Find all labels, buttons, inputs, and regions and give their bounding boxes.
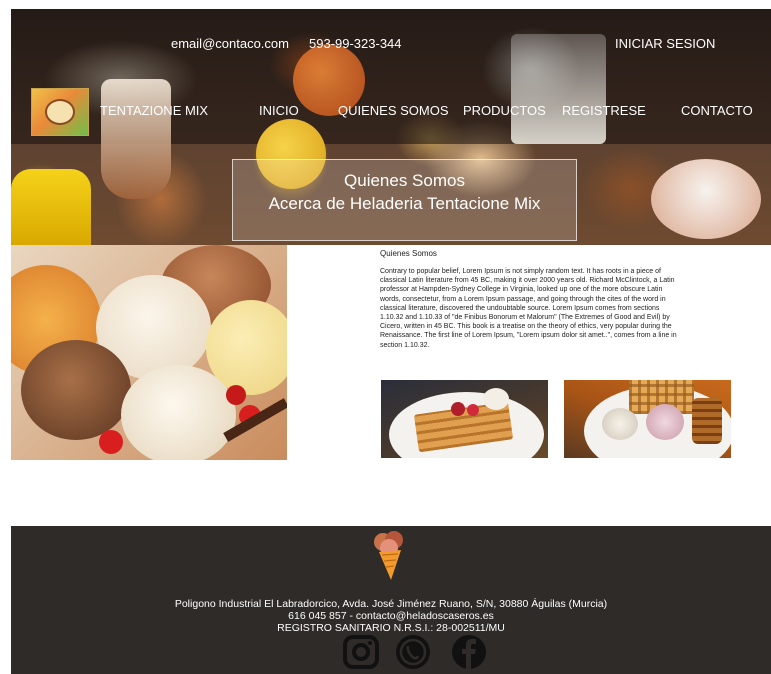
brand-logo[interactable] [31, 88, 89, 136]
cream [483, 388, 509, 410]
ice-cream-image [11, 245, 287, 460]
strawberry-3 [226, 385, 246, 405]
about-heading: Quienes Somos [380, 249, 437, 258]
hero-title: Quienes Somos [344, 171, 465, 190]
hero-subtitle: Acerca de Heladeria Tentacione Mix [268, 194, 541, 213]
hero-banner: email@contaco.com 593-99-323-344 INICIAR… [11, 9, 771, 245]
hero-cup-right [651, 159, 761, 239]
logo-emblem-icon [45, 99, 75, 125]
whatsapp-icon[interactable] [391, 634, 435, 670]
footer-info: Poligono Industrial El Labradorcico, Avd… [11, 598, 771, 634]
nav-item-contacto[interactable]: CONTACTO [681, 103, 753, 118]
header-phone[interactable]: 593-99-323-344 [309, 36, 402, 51]
hero-dessert-glass [101, 79, 171, 199]
waffle-image-1 [381, 380, 548, 458]
waffle-image-2 [564, 380, 731, 458]
site-footer: Poligono Industrial El Labradorcico, Avd… [11, 526, 771, 674]
scoop-vanilla-bottom [121, 365, 236, 460]
about-section: Quienes Somos Contrary to popular belief… [380, 249, 680, 350]
berry [467, 404, 479, 416]
ice-cream-cone-logo-icon [374, 531, 403, 580]
hero-yellow-jar [11, 169, 91, 245]
instagram-icon[interactable] [339, 634, 383, 670]
nav-item-productos[interactable]: PRODUCTOS [463, 103, 546, 118]
about-body: Contrary to popular belief, Lorem Ipsum … [380, 268, 677, 349]
waffle-strips [692, 398, 722, 444]
footer-address: Poligono Industrial El Labradorcico, Avd… [174, 598, 608, 610]
scoop-berry [646, 404, 684, 440]
footer-contact[interactable]: 616 045 857 - contacto@heladoscaseros.es [11, 610, 771, 622]
nav-item-registrese[interactable]: REGISTRESE [562, 103, 646, 118]
hero-caption-box: Quienes Somos Acerca de Heladeria Tentac… [232, 159, 577, 241]
nav-brand[interactable]: TENTAZIONE MIX [100, 103, 208, 118]
login-link[interactable]: INICIAR SESION [615, 36, 715, 51]
footer-registry: REGISTRO SANITARIO N.R.S.I.: 28-002511/M… [277, 622, 505, 634]
berry [451, 402, 465, 416]
nav-item-quienes-somos[interactable]: QUIENES SOMOS [338, 103, 449, 118]
hero-milk-glass [511, 34, 606, 144]
facebook-icon[interactable] [447, 634, 491, 670]
header-email[interactable]: email@contaco.com [171, 36, 289, 51]
nav-item-inicio[interactable]: INICIO [259, 103, 299, 118]
scoop-cookies [602, 408, 638, 440]
scoop-chocolate [21, 340, 131, 440]
page: email@contaco.com 593-99-323-344 INICIAR… [11, 9, 771, 674]
strawberry-1 [99, 430, 123, 454]
